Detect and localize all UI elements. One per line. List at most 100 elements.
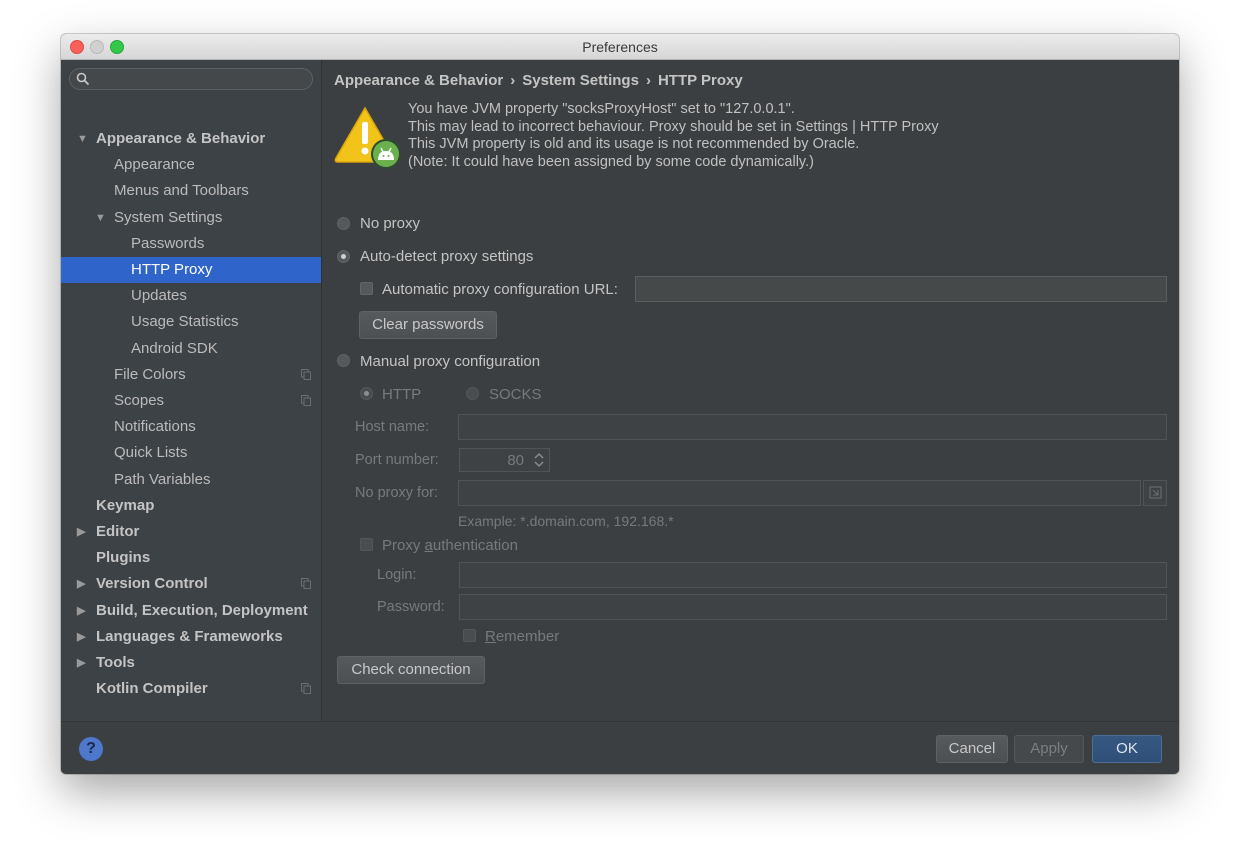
manual-proxy-label[interactable]: Manual proxy configuration bbox=[360, 353, 540, 370]
sidebar-item[interactable]: Android SDK bbox=[61, 336, 321, 362]
password-field[interactable] bbox=[459, 594, 1167, 620]
sidebar-item[interactable]: File Colors bbox=[61, 362, 321, 388]
password-label: Password: bbox=[377, 599, 445, 615]
search-icon bbox=[76, 72, 90, 86]
host-name-field[interactable] bbox=[458, 414, 1167, 440]
sidebar-item[interactable]: HTTP Proxy bbox=[61, 257, 321, 283]
expanded-arrow-icon[interactable]: ▼ bbox=[95, 205, 106, 231]
sidebar-item[interactable]: Keymap bbox=[61, 493, 321, 519]
sidebar-item[interactable]: ▶ Tools bbox=[61, 650, 321, 676]
remember-suffix: emember bbox=[495, 628, 560, 645]
port-number-spinner[interactable]: 80 bbox=[459, 448, 550, 472]
sidebar-item-label: Tools bbox=[96, 654, 135, 671]
sidebar-item[interactable]: ▶ Build, Execution, Deployment bbox=[61, 598, 321, 624]
proxy-auth-suffix: uthentication bbox=[432, 537, 518, 554]
sidebar-item[interactable]: Usage Statistics bbox=[61, 309, 321, 335]
warning-line: (Note: It could have been assigned by so… bbox=[408, 153, 814, 170]
sidebar-item[interactable]: Updates bbox=[61, 283, 321, 309]
check-connection-button[interactable]: Check connection bbox=[337, 656, 485, 684]
sidebar-item[interactable]: ▼ Appearance & Behavior bbox=[61, 126, 321, 152]
socks-radio[interactable] bbox=[466, 387, 479, 400]
sidebar-item[interactable]: Appearance bbox=[61, 152, 321, 178]
ok-button[interactable]: OK bbox=[1092, 735, 1162, 763]
help-button[interactable]: ? bbox=[79, 737, 103, 761]
breadcrumb-system-settings[interactable]: System Settings bbox=[522, 72, 639, 89]
sidebar-item-label: Languages & Frameworks bbox=[96, 627, 283, 645]
expand-field-button[interactable] bbox=[1143, 480, 1167, 506]
breadcrumb-separator: › bbox=[510, 72, 516, 89]
clear-passwords-button[interactable]: Clear passwords bbox=[359, 311, 497, 339]
sidebar-item-label: Path Variables bbox=[114, 470, 211, 488]
http-radio[interactable] bbox=[360, 387, 373, 400]
sidebar-item[interactable]: Quick Lists bbox=[61, 440, 321, 466]
warning-line: This may lead to incorrect behaviour. Pr… bbox=[408, 118, 939, 135]
breadcrumb: Appearance & Behavior › System Settings › HT… bbox=[334, 72, 743, 89]
sidebar-item-label: Appearance bbox=[114, 156, 195, 174]
proxy-authentication-label[interactable]: Proxy authentication bbox=[382, 537, 518, 554]
host-name-label: Host name: bbox=[355, 419, 430, 435]
auto-config-url-checkbox[interactable] bbox=[360, 282, 373, 295]
collapsed-arrow-icon[interactable]: ▶ bbox=[77, 519, 85, 545]
sidebar-item[interactable]: Kotlin Compiler bbox=[61, 676, 321, 702]
sidebar-item-label: File Colors bbox=[114, 365, 186, 383]
expand-icon bbox=[1149, 486, 1162, 499]
remember-label[interactable]: Remember bbox=[485, 628, 559, 645]
sidebar-item[interactable]: ▶ Editor bbox=[61, 519, 321, 545]
sidebar-item-label: Appearance & Behavior bbox=[96, 130, 266, 147]
sidebar-item-label: Usage Statistics bbox=[131, 313, 239, 331]
sidebar-item[interactable]: Menus and Toolbars bbox=[61, 178, 321, 204]
sidebar-item-label: Notifications bbox=[114, 418, 196, 436]
auto-detect-label[interactable]: Auto-detect proxy settings bbox=[360, 248, 533, 265]
proxy-authentication-checkbox[interactable] bbox=[360, 538, 373, 551]
http-label[interactable]: HTTP bbox=[382, 386, 421, 403]
cancel-button[interactable]: Cancel bbox=[936, 735, 1008, 763]
sidebar-item[interactable]: Notifications bbox=[61, 414, 321, 440]
sidebar-item-label: Plugins bbox=[96, 549, 151, 567]
remember-checkbox[interactable] bbox=[463, 629, 476, 642]
collapsed-arrow-icon[interactable]: ▶ bbox=[77, 650, 85, 676]
warning-android-icon bbox=[334, 106, 401, 169]
warning-line: You have JVM property "socksProxyHost" s… bbox=[408, 101, 795, 117]
socks-label[interactable]: SOCKS bbox=[489, 386, 542, 403]
http-proxy-panel: Appearance & Behavior › System Settings › HT… bbox=[322, 60, 1179, 721]
sidebar-item-label: Updates bbox=[131, 287, 187, 305]
collapsed-arrow-icon[interactable]: ▶ bbox=[77, 571, 85, 597]
collapsed-arrow-icon[interactable]: ▶ bbox=[77, 624, 85, 650]
sidebar-item-label: Quick Lists bbox=[114, 444, 188, 462]
sidebar-item[interactable]: Plugins bbox=[61, 545, 321, 571]
sidebar-item-label: Version Control bbox=[96, 575, 208, 593]
sidebar-item[interactable]: ▶ Languages & Frameworks bbox=[61, 624, 321, 650]
no-proxy-for-field[interactable] bbox=[458, 480, 1141, 506]
auto-detect-radio[interactable] bbox=[337, 250, 350, 263]
port-number-label: Port number: bbox=[355, 452, 439, 468]
apply-button[interactable]: Apply bbox=[1014, 735, 1084, 763]
sidebar-item-label: Passwords bbox=[131, 234, 205, 252]
manual-proxy-radio[interactable] bbox=[337, 354, 350, 367]
spinner-arrows-icon[interactable] bbox=[533, 452, 545, 468]
sidebar-item-label: Build, Execution, Deployment bbox=[96, 601, 308, 619]
collapsed-arrow-icon[interactable]: ▶ bbox=[77, 598, 85, 624]
login-field[interactable] bbox=[459, 562, 1167, 588]
auto-config-url-field[interactable] bbox=[635, 276, 1167, 302]
no-proxy-radio[interactable] bbox=[337, 217, 350, 230]
sidebar-item[interactable]: Scopes bbox=[61, 388, 321, 414]
no-proxy-label[interactable]: No proxy bbox=[360, 215, 420, 232]
sidebar-item[interactable]: ▼ System Settings bbox=[61, 205, 321, 231]
warning-line: This JVM property is old and its usage i… bbox=[408, 136, 860, 152]
settings-search-input[interactable] bbox=[69, 68, 313, 90]
auto-config-url-label[interactable]: Automatic proxy configuration URL: bbox=[382, 281, 618, 298]
dialog-footer: ? Cancel Apply OK bbox=[61, 721, 1179, 774]
expanded-arrow-icon[interactable]: ▼ bbox=[77, 126, 88, 152]
breadcrumb-separator: › bbox=[645, 72, 651, 89]
sidebar-item[interactable]: ▶ Version Control bbox=[61, 571, 321, 597]
project-level-icon bbox=[301, 368, 311, 380]
sidebar-item-label: HTTP Proxy bbox=[131, 261, 213, 278]
project-level-icon bbox=[301, 683, 311, 695]
breadcrumb-appearance-behavior[interactable]: Appearance & Behavior bbox=[334, 72, 503, 89]
sidebar-item[interactable]: Path Variables bbox=[61, 467, 321, 493]
project-level-icon bbox=[301, 578, 311, 590]
sidebar-item-label: Scopes bbox=[114, 392, 165, 409]
sidebar-item-label: Editor bbox=[96, 523, 140, 540]
sidebar-item[interactable]: Passwords bbox=[61, 231, 321, 257]
sidebar-item-label: System Settings bbox=[114, 208, 223, 226]
